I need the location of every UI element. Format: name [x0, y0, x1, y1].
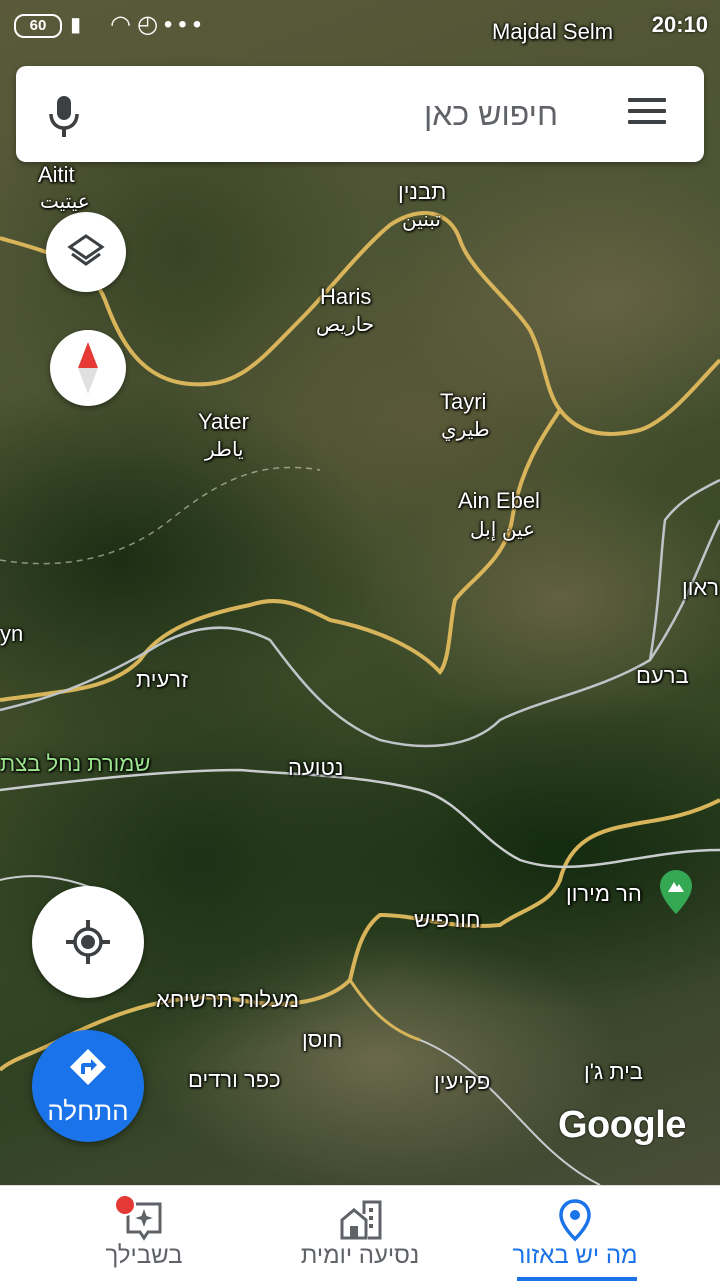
map-label[interactable]: פקיעין	[434, 1070, 490, 1094]
more-icon: •••	[163, 11, 208, 38]
directions-icon	[70, 1049, 106, 1085]
commute-icon	[340, 1200, 382, 1240]
search-bar[interactable]: חיפוש כאן	[16, 66, 704, 162]
map-label[interactable]: yn	[0, 622, 23, 646]
map-label[interactable]: זרעית	[136, 668, 188, 692]
map-label[interactable]: Yater	[198, 410, 249, 434]
map-label[interactable]: בית ג'ן	[584, 1060, 643, 1084]
search-input[interactable]: חיפוש כאן	[424, 96, 558, 133]
mic-icon[interactable]	[46, 94, 82, 138]
directions-button[interactable]: התחלה	[32, 1030, 144, 1142]
map-canvas[interactable]: Aitit عيتيت Majdal Selm תבנין تبنين Hari…	[0, 0, 720, 1185]
map-label[interactable]: ياطر	[205, 438, 244, 462]
map-label[interactable]: تبنين	[402, 208, 441, 232]
map-label[interactable]: Haris	[320, 285, 371, 309]
notification-badge	[114, 1194, 136, 1216]
compass-button[interactable]	[50, 330, 126, 406]
menu-icon[interactable]	[628, 98, 666, 128]
my-location-icon	[66, 920, 110, 964]
map-label[interactable]: حاريص	[316, 313, 374, 337]
tab-label: בשבילך	[105, 1242, 183, 1269]
map-label[interactable]: Ain Ebel	[458, 489, 540, 513]
map-label[interactable]: طيري	[441, 418, 490, 442]
signal-icon: ▮	[70, 14, 82, 36]
tab-for-you[interactable]: בשבילך	[24, 1186, 264, 1281]
map-label[interactable]: שמורת נחל בצת	[0, 752, 150, 776]
park-pin-icon[interactable]	[660, 870, 692, 914]
map-label[interactable]: Aitit	[38, 163, 75, 187]
map-label[interactable]: عيتيت	[40, 190, 90, 214]
clock: 20:10	[651, 12, 708, 37]
map-label[interactable]: ברעם	[636, 664, 689, 688]
tab-label: מה יש באזור	[512, 1242, 638, 1269]
tab-commute[interactable]: נסיעה יומית	[240, 1186, 480, 1281]
alarm-icon: ◴	[136, 11, 164, 38]
place-icon	[559, 1199, 591, 1242]
map-label[interactable]: عين إبل	[470, 518, 535, 542]
map-label[interactable]: הר מירון	[566, 882, 642, 906]
map-label[interactable]: ראון	[682, 576, 719, 600]
directions-label: התחלה	[47, 1096, 129, 1126]
tab-label: נסיעה יומית	[300, 1242, 420, 1269]
my-location-button[interactable]	[32, 886, 144, 998]
map-label[interactable]: תבנין	[398, 180, 446, 204]
map-roads	[0, 211, 720, 1185]
layers-button[interactable]	[46, 212, 126, 292]
map-label[interactable]: חורפיש	[414, 908, 480, 932]
layers-icon	[67, 234, 105, 266]
map-label[interactable]: נטועה	[288, 756, 343, 780]
map-label[interactable]: מעלות תרשיחא	[156, 988, 299, 1012]
status-bar: 60 ▮ ◠◴••• 20:10	[0, 0, 720, 52]
status-icons: ◠◴•••	[110, 10, 207, 39]
battery-indicator: 60	[14, 14, 62, 38]
tab-explore[interactable]: מה יש באזור	[455, 1186, 695, 1281]
map-label[interactable]: כפר ורדים	[188, 1068, 281, 1092]
google-watermark: Google	[558, 1104, 686, 1146]
wifi-icon: ◠	[110, 11, 137, 38]
map-label[interactable]: Tayri	[440, 390, 486, 414]
compass-icon	[78, 342, 98, 394]
bottom-navigation: בשבילך נסיעה יומית מה יש באזור	[0, 1185, 720, 1281]
map-label[interactable]: חוסן	[302, 1028, 342, 1052]
